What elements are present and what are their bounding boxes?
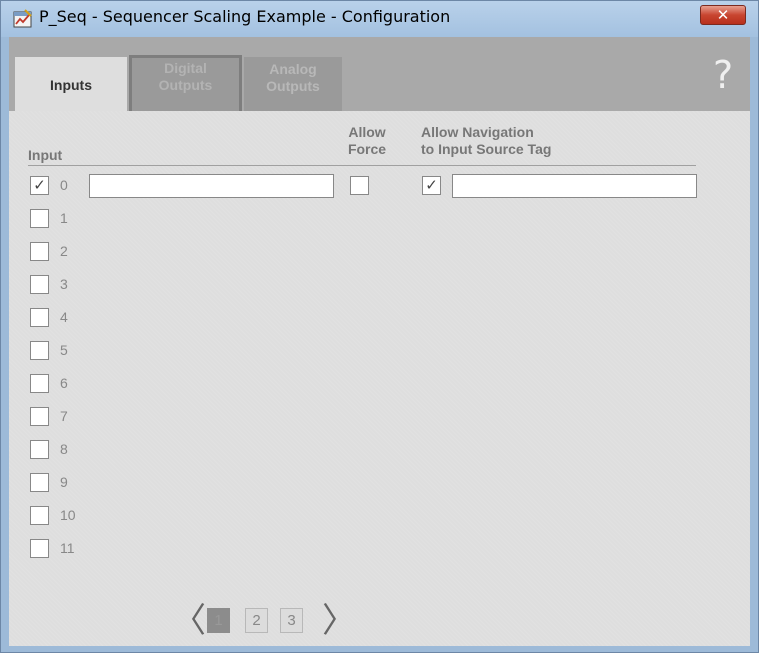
- input-enable-checkbox[interactable]: [30, 308, 49, 327]
- header-allow-nav-line1: Allow Navigation: [421, 124, 534, 140]
- page-button-1[interactable]: 1: [207, 608, 230, 633]
- tab-inputs[interactable]: Inputs: [15, 57, 127, 111]
- pager-next-icon[interactable]: 〉: [322, 603, 356, 639]
- pager-prev-icon[interactable]: 〈: [172, 603, 206, 639]
- help-icon[interactable]: ?: [713, 55, 733, 95]
- input-enable-checkbox[interactable]: [30, 209, 49, 228]
- input-number: 4: [60, 309, 68, 325]
- title-bar[interactable]: P_Seq - Sequencer Scaling Example - Conf…: [1, 1, 758, 37]
- header-input: Input: [28, 147, 63, 163]
- page-button-2[interactable]: 2: [245, 608, 268, 633]
- input-number: 8: [60, 441, 68, 457]
- faceplate-app-icon: [13, 9, 32, 28]
- input-enable-checkbox[interactable]: [30, 473, 49, 492]
- window-title: P_Seq - Sequencer Scaling Example - Conf…: [39, 7, 451, 26]
- config-window: P_Seq - Sequencer Scaling Example - Conf…: [0, 0, 759, 653]
- check-icon: ✓: [33, 177, 46, 194]
- input-number: 7: [60, 408, 68, 424]
- input-number: 2: [60, 243, 68, 259]
- input-enable-checkbox[interactable]: [30, 374, 49, 393]
- header-allow-force-line1: Allow: [348, 124, 386, 140]
- tab-analog-label-2: Outputs: [266, 78, 320, 94]
- allow-force-checkbox[interactable]: [350, 176, 369, 195]
- close-icon: ✕: [716, 6, 730, 24]
- input-enable-checkbox[interactable]: [30, 539, 49, 558]
- header-divider: [28, 165, 696, 166]
- header-allow-force-line2: Force: [347, 141, 387, 157]
- tab-strip: Inputs Digital Outputs Analog Outputs ?: [9, 37, 750, 111]
- tab-digital-outputs[interactable]: Digital Outputs: [129, 55, 242, 111]
- input-number: 3: [60, 276, 68, 292]
- allow-navigation-checkbox[interactable]: ✓: [422, 176, 441, 195]
- tab-analog-label-1: Analog: [269, 61, 317, 77]
- input-source-tag-field[interactable]: [452, 174, 697, 198]
- input-enable-checkbox[interactable]: [30, 275, 49, 294]
- tab-analog-outputs[interactable]: Analog Outputs: [244, 57, 342, 111]
- input-enable-checkbox[interactable]: [30, 341, 49, 360]
- config-panel: Inputs Digital Outputs Analog Outputs ? …: [9, 37, 750, 646]
- header-allow-nav-line2: to Input Source Tag: [421, 141, 552, 157]
- input-number: 1: [60, 210, 68, 226]
- page-button-3[interactable]: 3: [280, 608, 303, 633]
- input-number: 10: [60, 507, 76, 523]
- header-allow-navigation: Allow Navigation to Input Source Tag: [421, 124, 551, 158]
- header-allow-force: Allow Force: [341, 124, 393, 158]
- input-number: 5: [60, 342, 68, 358]
- tab-digital-label-2: Outputs: [158, 77, 213, 93]
- input-number: 6: [60, 375, 68, 391]
- input-enable-checkbox[interactable]: [30, 440, 49, 459]
- input-0-tag-field[interactable]: [89, 174, 334, 198]
- tab-digital-label-1: Digital: [164, 60, 207, 76]
- input-number: 11: [60, 540, 75, 556]
- input-enable-checkbox[interactable]: [30, 242, 49, 261]
- close-button[interactable]: ✕: [700, 5, 746, 25]
- input-number: 9: [60, 474, 68, 490]
- tab-inputs-label: Inputs: [50, 77, 92, 93]
- input-enable-checkbox[interactable]: ✓: [30, 176, 49, 195]
- check-icon: ✓: [425, 177, 438, 194]
- input-enable-checkbox[interactable]: [30, 407, 49, 426]
- input-number: 0: [60, 177, 68, 193]
- input-enable-checkbox[interactable]: [30, 506, 49, 525]
